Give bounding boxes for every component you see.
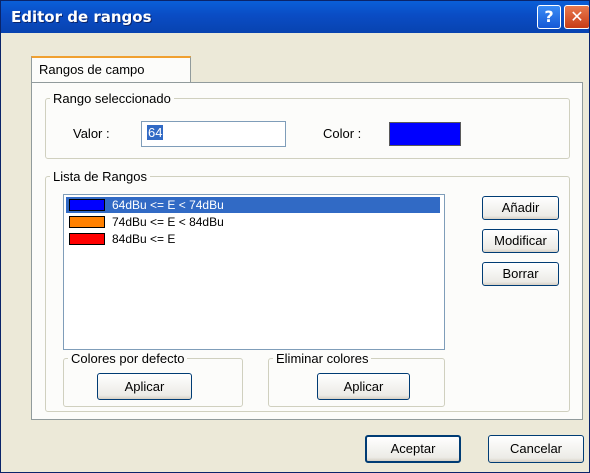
apply-remove-colors-button[interactable]: Aplicar (317, 373, 410, 400)
default-colors-legend: Colores por defecto (71, 351, 185, 366)
color-label: Color : (323, 126, 362, 141)
range-editor-dialog: Editor de rangos ? ✕ Rangos de campo Ran… (0, 0, 590, 473)
modify-button[interactable]: Modificar (482, 229, 559, 253)
value-input-text: 64 (147, 125, 164, 140)
add-button[interactable]: Añadir (482, 196, 559, 220)
apply-default-colors-button[interactable]: Aplicar (97, 373, 192, 400)
range-label: 84dBu <= E (112, 232, 176, 246)
help-button[interactable]: ? (537, 5, 561, 29)
cancel-button[interactable]: Cancelar (488, 435, 584, 463)
range-listbox[interactable]: 64dBu <= E < 74dBu 74dBu <= E < 84dBu 84… (63, 194, 445, 350)
color-swatch-button[interactable] (389, 122, 461, 146)
range-label: 64dBu <= E < 74dBu (112, 198, 224, 212)
range-list-legend: Lista de Rangos (53, 169, 147, 184)
window-title: Editor de rangos (11, 8, 152, 26)
list-item[interactable]: 74dBu <= E < 84dBu (66, 214, 440, 230)
selected-range-legend: Rango seleccionado (53, 91, 171, 106)
delete-button[interactable]: Borrar (482, 262, 559, 286)
value-input[interactable]: 64 (141, 121, 286, 147)
range-color-swatch (69, 216, 105, 228)
tab-rangos-de-campo[interactable]: Rangos de campo (31, 56, 191, 84)
range-color-swatch (69, 233, 105, 245)
title-bar[interactable]: Editor de rangos ? ✕ (1, 1, 589, 33)
close-button[interactable]: ✕ (564, 5, 589, 29)
range-color-swatch (69, 199, 105, 211)
selected-range-group: Rango seleccionado (45, 91, 570, 159)
list-item[interactable]: 84dBu <= E (66, 231, 440, 247)
accept-button[interactable]: Aceptar (365, 435, 461, 463)
range-label: 74dBu <= E < 84dBu (112, 215, 224, 229)
remove-colors-legend: Eliminar colores (276, 351, 369, 366)
value-label: Valor : (73, 126, 110, 141)
list-item[interactable]: 64dBu <= E < 74dBu (66, 197, 440, 213)
